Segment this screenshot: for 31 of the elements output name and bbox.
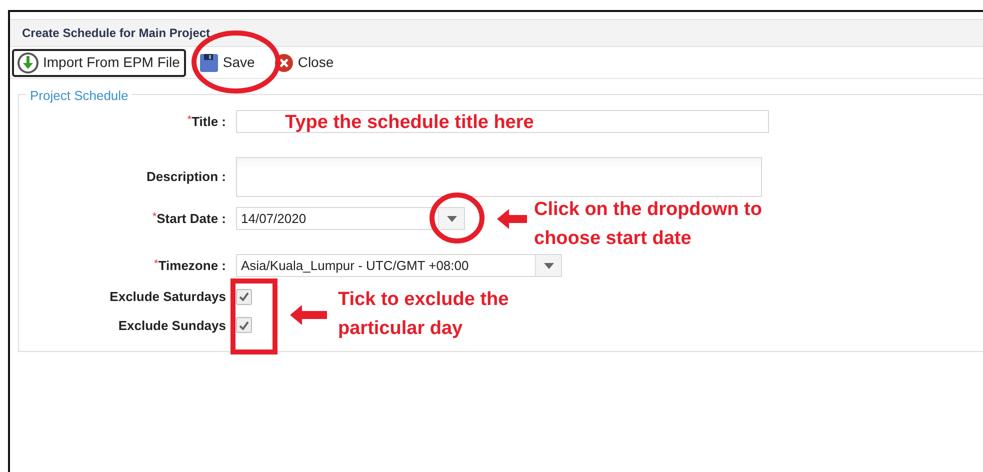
caret-icon bbox=[446, 216, 456, 222]
required-mark: * bbox=[154, 258, 158, 270]
field-label: Description : bbox=[146, 168, 226, 186]
highlight-oval bbox=[430, 192, 484, 244]
dropdown-button[interactable] bbox=[438, 208, 464, 229]
arrow bbox=[497, 209, 527, 229]
annotation-note: Type the schedule title here bbox=[285, 113, 534, 133]
field-label: *Start Date : bbox=[151, 210, 226, 228]
window-title: Create Schedule for Main Project bbox=[10, 19, 983, 47]
save-button[interactable]: Save bbox=[194, 48, 261, 76]
field-label: *Timezone : bbox=[153, 256, 226, 275]
dropdown-field[interactable]: 14/07/2020 bbox=[236, 207, 465, 230]
field-label: Exclude Sundays bbox=[117, 316, 226, 335]
field-label: Exclude Saturdays bbox=[108, 288, 226, 306]
annotation-note: Tick to exclude the particular day bbox=[338, 288, 510, 341]
required-mark: * bbox=[187, 114, 192, 126]
caret-icon bbox=[544, 262, 554, 268]
checkbox[interactable] bbox=[236, 317, 252, 334]
close-button[interactable]: Close bbox=[268, 48, 340, 76]
annotation-note: Click on the dropdown to choose start date bbox=[534, 198, 763, 251]
arrow bbox=[290, 305, 327, 325]
close-icon bbox=[274, 52, 294, 72]
field-label: *Title : bbox=[186, 112, 226, 131]
dropdown-field[interactable]: Asia/Kuala_Lumpur - UTC/GMT +08:00 bbox=[236, 254, 562, 277]
checkbox[interactable] bbox=[236, 288, 252, 305]
required-mark: * bbox=[152, 210, 157, 223]
title-field[interactable] bbox=[236, 110, 769, 133]
download-icon bbox=[17, 52, 39, 74]
dropdown-button[interactable] bbox=[535, 255, 561, 276]
import-button[interactable]: Import From EPM File bbox=[12, 48, 186, 76]
description-field[interactable] bbox=[236, 157, 762, 197]
